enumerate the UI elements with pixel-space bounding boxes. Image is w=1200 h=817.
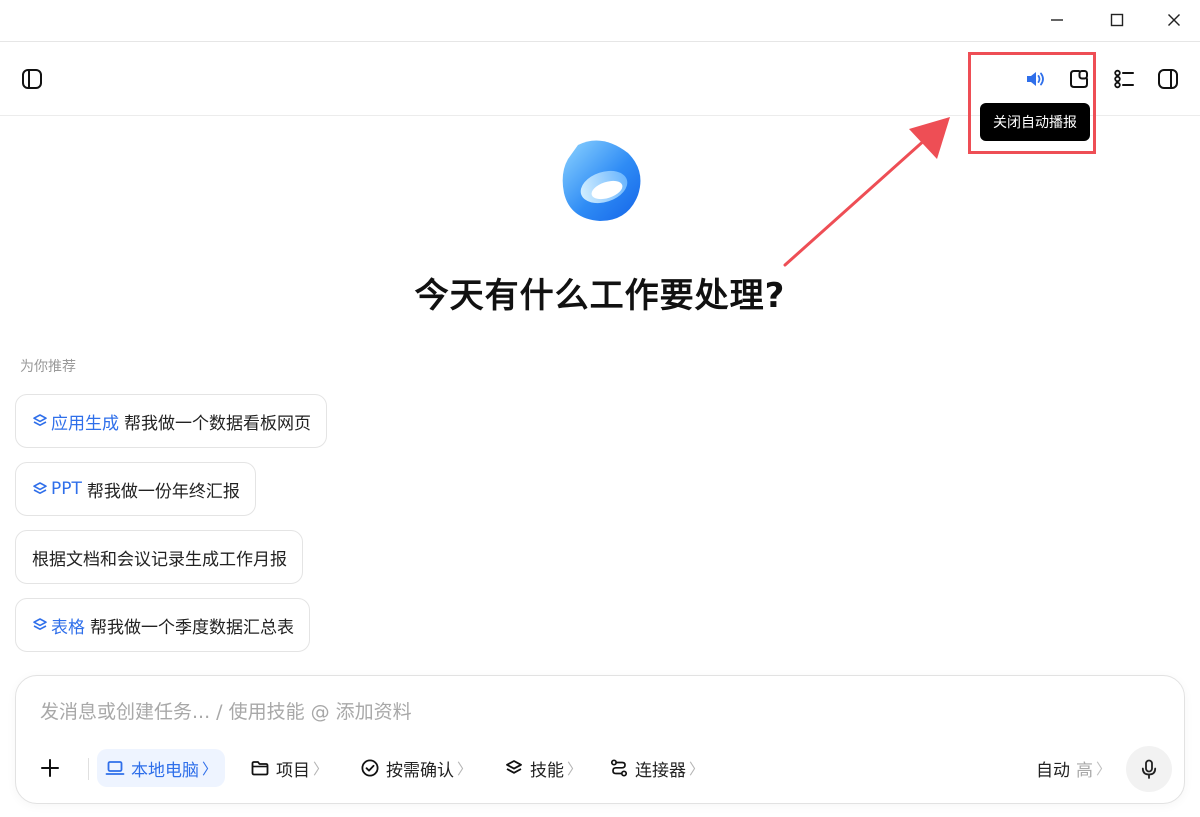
auto-broadcast-tooltip: 关闭自动播报: [980, 103, 1090, 141]
layers-icon: [506, 760, 522, 774]
minimize-button[interactable]: [1034, 0, 1080, 40]
confirm-on-demand-button[interactable]: 按需确认〉: [360, 748, 472, 788]
recommend-label: 为你推荐: [20, 359, 76, 375]
microphone-icon: [1141, 759, 1157, 779]
close-icon: [1168, 14, 1180, 26]
sidebar-toggle-button[interactable]: [16, 63, 48, 95]
task-list-icon: [1114, 69, 1134, 89]
layers-icon: [33, 414, 47, 426]
composer-divider: [88, 758, 89, 780]
message-composer: 本地电脑〉 项目〉 按需确认〉 技能〉 连接器〉 自动 高 〉: [15, 675, 1185, 804]
recommend-text: 帮我做一个季度数据汇总表: [90, 617, 294, 638]
page-headline: 今天有什么工作要处理?: [414, 276, 786, 316]
recommend-text: 帮我做一份年终汇报: [86, 481, 240, 502]
title-bar: [0, 0, 1200, 42]
message-input[interactable]: [40, 696, 940, 728]
project-button[interactable]: 项目〉: [250, 748, 328, 788]
recommend-tag: 表格: [32, 613, 85, 638]
panel-toggle-icon: [1158, 69, 1178, 89]
recommend-tag: PPT: [32, 479, 82, 499]
panel-toggle-button[interactable]: [1152, 63, 1184, 95]
maximize-icon: [1110, 13, 1124, 27]
chevron-right-icon: 〉: [689, 759, 705, 778]
chevron-right-icon: 〉: [567, 759, 583, 778]
chevron-right-icon: 〉: [1096, 759, 1112, 778]
local-computer-button[interactable]: 本地电脑〉: [97, 749, 226, 787]
task-list-button[interactable]: [1108, 63, 1140, 95]
chevron-right-icon: 〉: [202, 759, 218, 778]
recommend-chip-report[interactable]: 根据文档和会议记录生成工作月报: [15, 530, 303, 584]
check-shield-icon: [361, 759, 379, 777]
mode-level: 高: [1076, 760, 1093, 781]
plus-icon: [41, 759, 59, 777]
layers-icon: [33, 482, 47, 494]
app-logo: [562, 140, 641, 221]
recommend-chip-ppt[interactable]: PPT 帮我做一份年终汇报: [15, 462, 256, 516]
maximize-button[interactable]: [1094, 0, 1140, 40]
layers-icon: [33, 618, 47, 630]
recommend-chip-app[interactable]: 应用生成 帮我做一个数据看板网页: [15, 394, 327, 448]
voice-input-button[interactable]: [1126, 746, 1172, 792]
recommend-text: 帮我做一个数据看板网页: [124, 413, 311, 434]
recommend-text: 根据文档和会议记录生成工作月报: [32, 549, 287, 570]
folder-icon: [251, 761, 269, 776]
recommend-tag: 应用生成: [32, 409, 119, 434]
connector-icon: [610, 759, 628, 777]
mode-label: 自动: [1036, 760, 1070, 781]
minimize-icon: [1051, 19, 1063, 21]
connector-button[interactable]: 连接器〉: [609, 748, 704, 788]
mode-selector[interactable]: 自动 高 〉: [1036, 748, 1111, 788]
add-attachment-button[interactable]: [40, 748, 66, 788]
skills-button[interactable]: 技能〉: [504, 748, 582, 788]
chevron-right-icon: 〉: [457, 759, 473, 778]
close-button[interactable]: [1151, 0, 1197, 40]
recommend-chip-sheet[interactable]: 表格 帮我做一个季度数据汇总表: [15, 598, 310, 652]
sidebar-toggle-icon: [22, 69, 42, 89]
laptop-icon: [105, 761, 125, 775]
chevron-right-icon: 〉: [313, 759, 329, 778]
